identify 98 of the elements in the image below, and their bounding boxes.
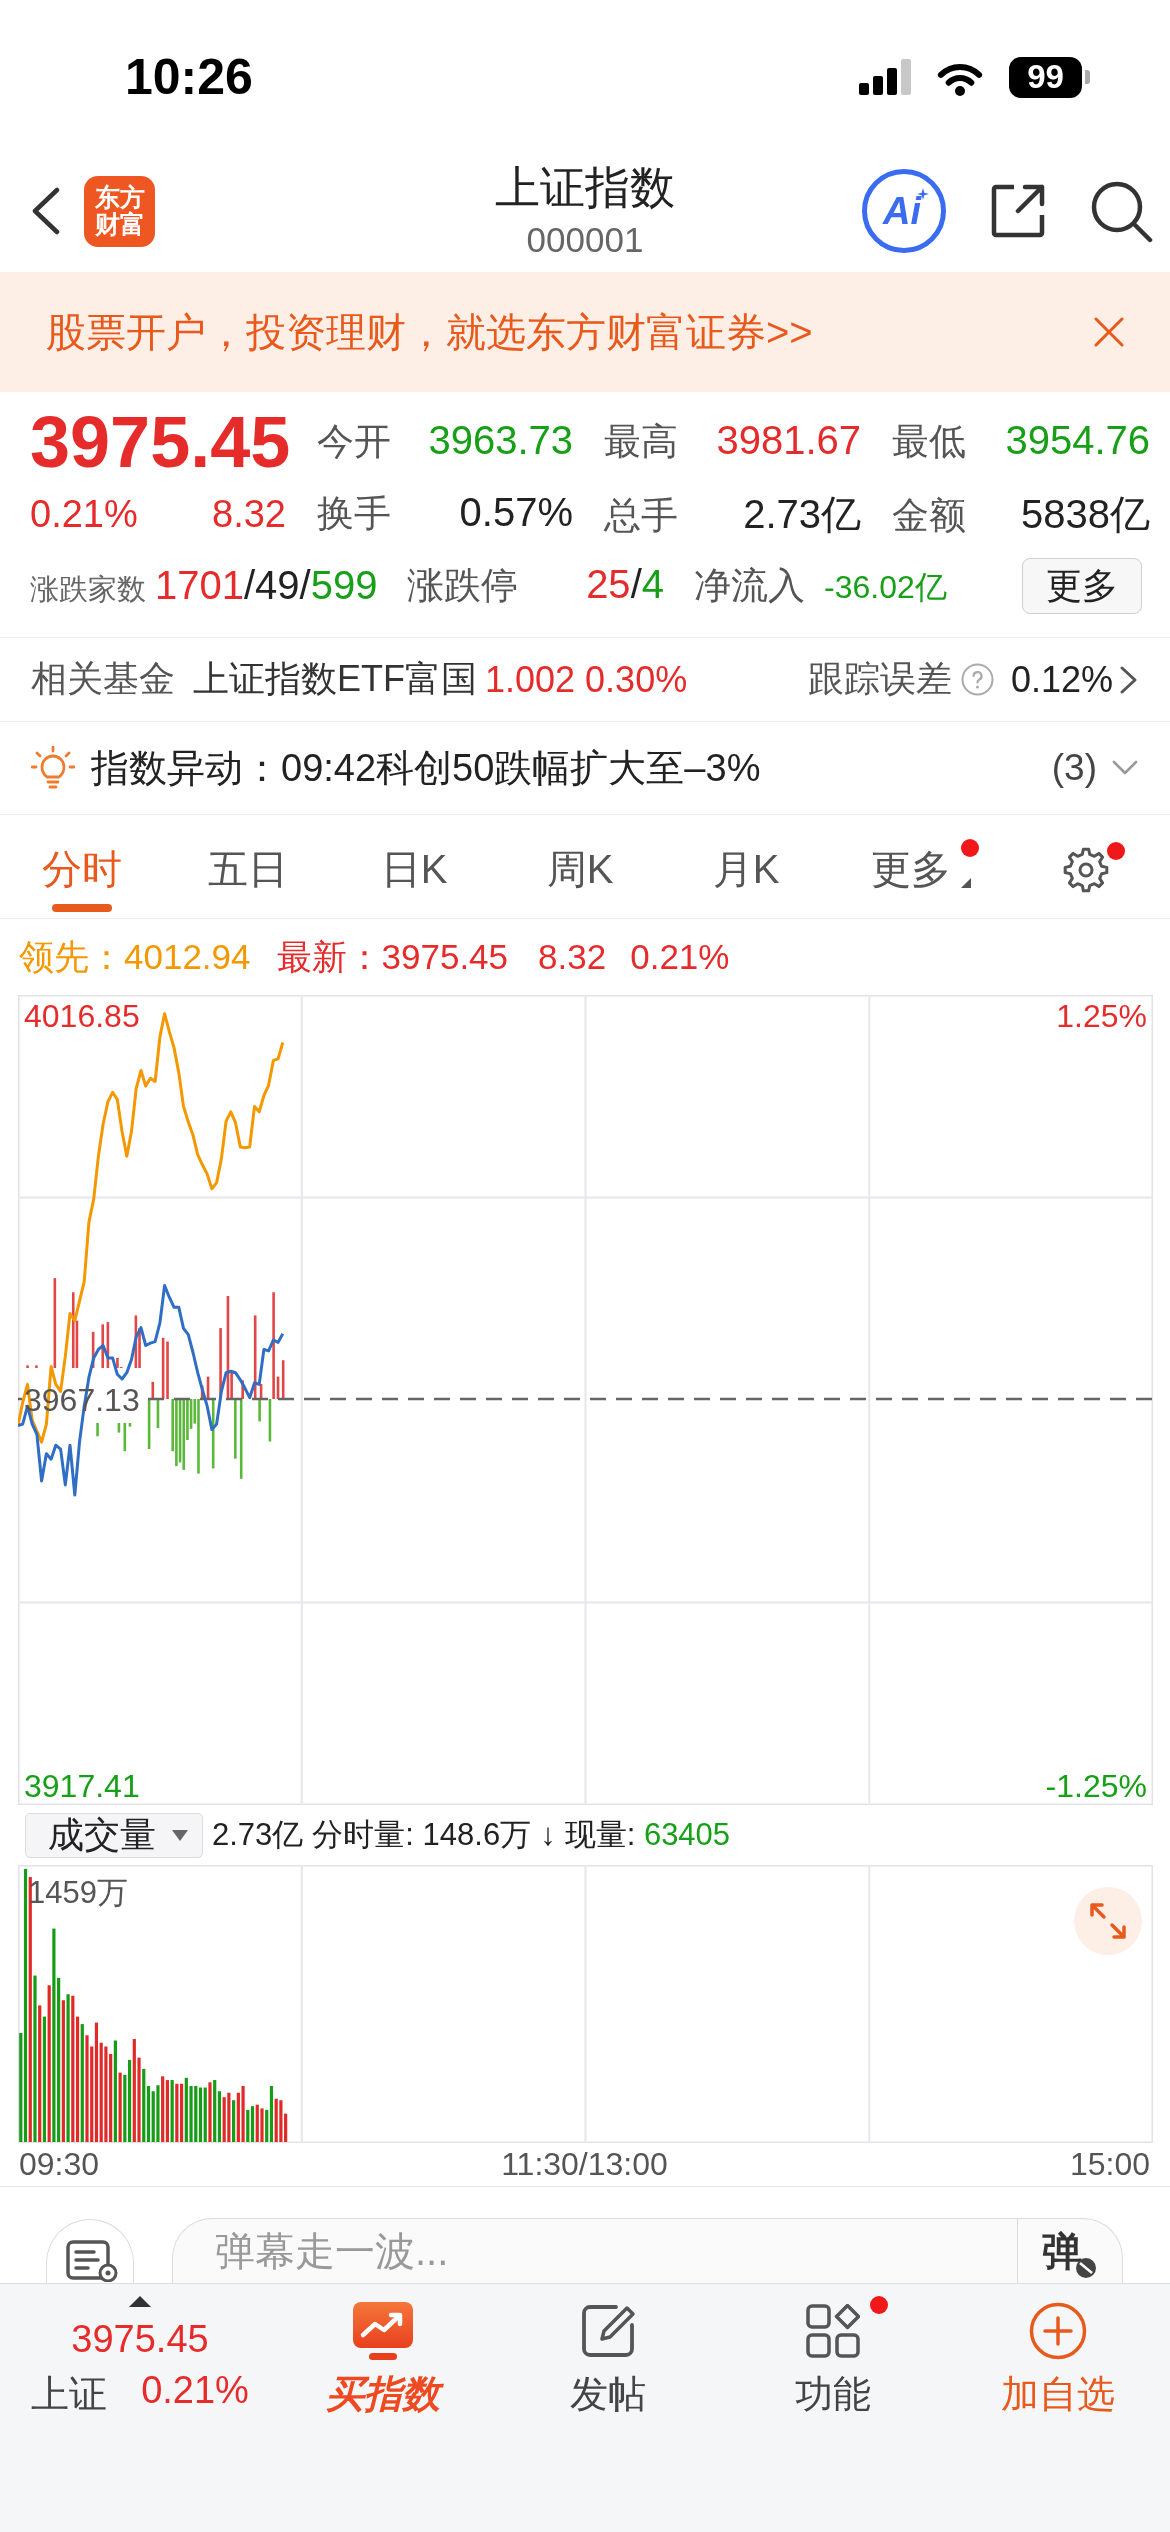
grid-icon [805, 2304, 860, 2358]
market-breadth-label: 涨跌家数 [30, 571, 146, 607]
legend-text: 8.32 [538, 937, 607, 977]
dropdown-corner-icon [961, 878, 971, 888]
fund-change: 0.30% [585, 658, 688, 701]
volume-stat-text: 现量: 63405 [564, 1816, 731, 1854]
advance-bar [206, 1376, 210, 1399]
market-breadth-label: 净流入 [694, 564, 805, 608]
chart-tab[interactable]: 周K [542, 839, 618, 912]
comment-button[interactable] [46, 2219, 134, 2283]
axis-label: 1.25% [1056, 998, 1147, 1034]
axis-label: 3917.41 [24, 1768, 140, 1804]
more-button[interactable]: 更多 [1022, 558, 1142, 614]
change-value: 8.32 [212, 492, 286, 536]
legend-text: 0.21% [630, 937, 730, 977]
fund-price: 1.002 [485, 658, 576, 701]
stock-code: 000001 [526, 220, 644, 259]
post-button[interactable]: 发帖 [545, 2296, 670, 2416]
decline-bar [234, 1399, 237, 1459]
axis-label: -1.25% [1045, 1768, 1147, 1804]
comment-input-field[interactable]: 弹幕走一波... [172, 2218, 1017, 2283]
axis-label: 4016.85 [24, 998, 140, 1034]
page-title: 上证指数 [495, 163, 675, 213]
market-breadth-value: -36.02亿 [824, 568, 947, 607]
stat-value: 2.73亿 [743, 490, 861, 538]
volume-stat-text: 分时量: 148.6万 [312, 1816, 532, 1854]
battery-indicator: 99 [1009, 56, 1090, 98]
decline-bar [96, 1423, 99, 1437]
market-breadth-value: 25/4 [586, 562, 664, 607]
caret-icon [172, 1829, 188, 1841]
time-label: 11:30/13:00 [501, 2146, 668, 2183]
legend-text: 最新：3975.45 [276, 935, 509, 978]
search-icon[interactable] [1090, 179, 1153, 243]
stat-value: 3963.73 [428, 418, 573, 463]
status-time: 10:26 [125, 52, 253, 102]
volume-selector[interactable]: 成交量 [25, 1812, 203, 1858]
advance-bar [151, 1381, 155, 1399]
advance-bar [26, 1365, 29, 1368]
fund-label: 相关基金 [31, 657, 175, 701]
ai-button[interactable]: Ai [862, 169, 946, 253]
stat-label: 金额 [892, 493, 966, 538]
down-arrow-icon: ↓ [540, 1817, 556, 1853]
ticker-price: 3975.45 [71, 2319, 209, 2361]
advance-bar [35, 1365, 38, 1368]
tracking-error-label: 跟踪误差 [807, 657, 952, 701]
tools-button[interactable]: 功能 [770, 2296, 895, 2416]
decline-bar [268, 1399, 272, 1442]
plus-circle-icon [1028, 2302, 1087, 2360]
decline-bar [211, 1399, 215, 1469]
time-label: 15:00 [1069, 2146, 1150, 2183]
back-icon[interactable] [31, 187, 61, 235]
ticker-name: 上证 [31, 2371, 108, 2417]
chart-tab[interactable]: 五日 [204, 839, 292, 912]
stat-label: 最高 [604, 420, 678, 464]
decline-bar [147, 1399, 151, 1449]
alert-text[interactable]: 指数异动：09:42科创50跌幅扩大至–3% [91, 742, 761, 794]
app-logo: 东方 财富 [84, 175, 155, 247]
advance-bar [91, 1331, 95, 1368]
decline-bar [117, 1423, 121, 1433]
chart-tab[interactable]: 月K [708, 839, 784, 912]
chevron-right-icon[interactable] [1119, 664, 1138, 695]
signal-icon [859, 59, 911, 95]
stat-label: 最低 [892, 420, 966, 464]
stat-value: 0.57% [459, 490, 573, 535]
stat-label: 总手 [604, 493, 678, 538]
close-icon[interactable] [1094, 317, 1124, 347]
trend-chart-icon [352, 2302, 413, 2360]
alert-count: (3) [1051, 747, 1097, 789]
advance-bar [259, 1384, 263, 1399]
stat-label: 换手 [317, 492, 391, 536]
danmaku-button[interactable]: 弹 [1017, 2218, 1123, 2283]
advance-bar [106, 1322, 110, 1368]
settings-icon[interactable] [1062, 847, 1110, 893]
volume-total: 2.73亿 [212, 1816, 304, 1854]
advance-bar [241, 1380, 244, 1399]
time-label: 09:30 [19, 2146, 100, 2183]
pencil-square-icon [579, 2303, 636, 2359]
stat-value: 5838亿 [1021, 490, 1150, 538]
advance-bar [101, 1324, 104, 1368]
decline-bar [258, 1399, 261, 1422]
legend-text: 领先：4012.94 [19, 935, 251, 978]
tracking-error-value: 0.12% [1010, 658, 1113, 701]
stat-label: 今开 [317, 420, 391, 464]
price-value: 3975.45 [30, 406, 292, 478]
chart-tab[interactable]: 日K [376, 839, 452, 912]
stat-value: 3981.67 [716, 418, 861, 463]
fund-name[interactable]: 上证指数ETF富国 [193, 655, 477, 704]
change-percent: 0.21% [30, 492, 138, 536]
chart-tab[interactable]: 分时 [38, 839, 126, 912]
chart-tab[interactable]: 更多 [867, 839, 979, 912]
stat-value: 3954.76 [1005, 418, 1150, 463]
market-breadth-value: 1701/49/599 [155, 562, 378, 608]
lightbulb-icon [31, 746, 75, 790]
ticker-change: 0.21% [141, 2368, 249, 2413]
chevron-down-icon[interactable] [1112, 760, 1138, 776]
market-breadth-label: 涨跌停 [407, 564, 518, 608]
expand-icon[interactable] [1074, 1887, 1142, 1955]
decline-bar [156, 1399, 160, 1429]
